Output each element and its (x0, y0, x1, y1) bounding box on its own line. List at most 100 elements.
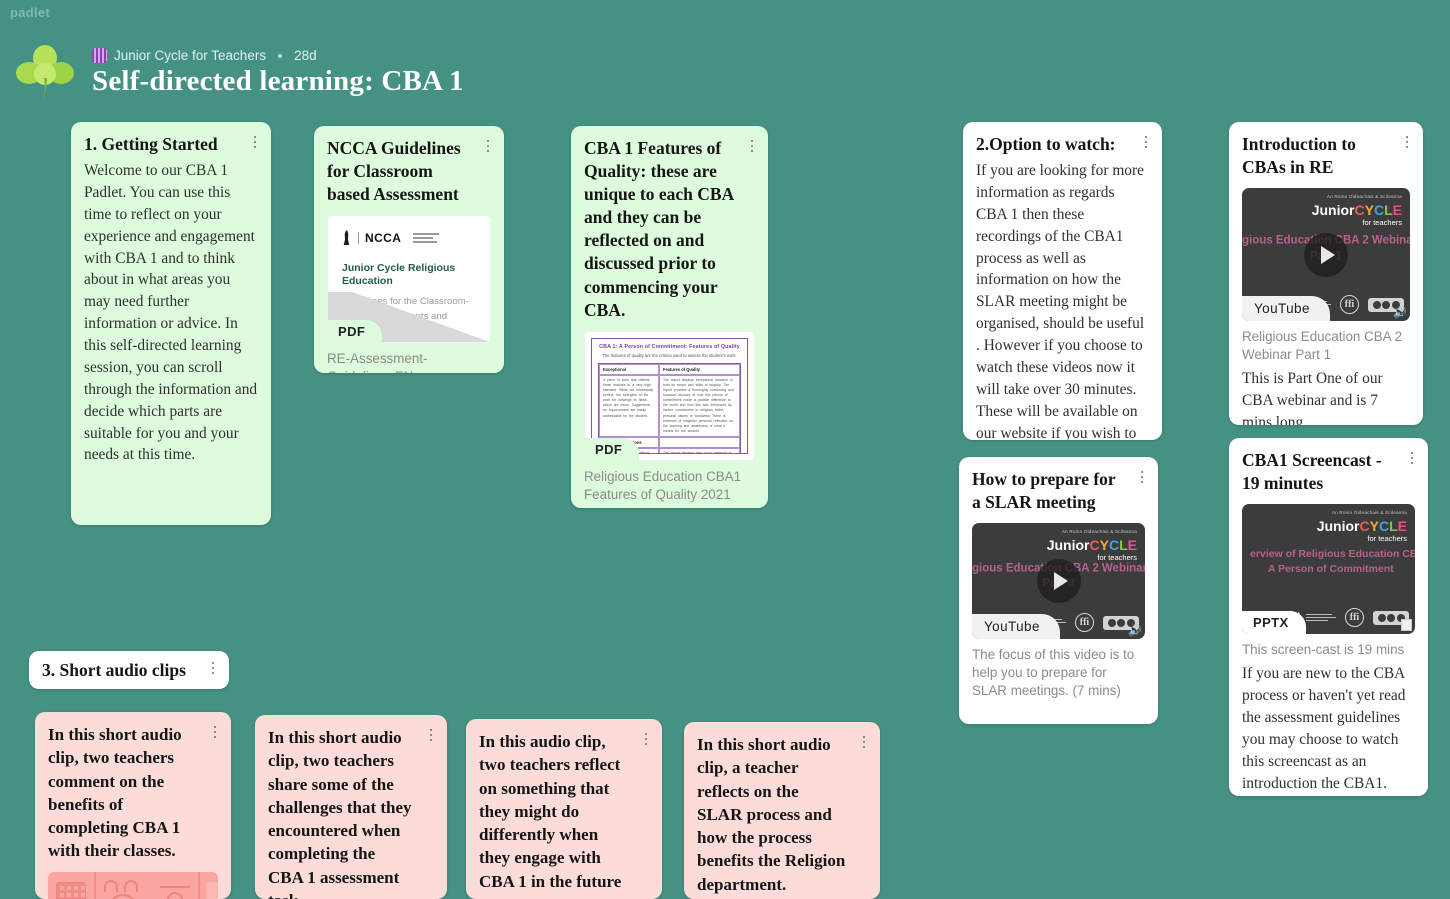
padlet-logo[interactable]: padlet (10, 5, 50, 20)
slide-overlay-title: erview of Religious Education CBA 1: A P… (1242, 547, 1415, 575)
post-menu-icon[interactable] (639, 729, 653, 749)
post-audio-clip-3[interactable]: In this audio clip, two teachers reflect… (466, 719, 662, 899)
post-body: If you are looking for more information … (976, 162, 1145, 440)
post-menu-icon[interactable] (1400, 132, 1414, 152)
slide-overlay-line: A Person of Commitment (1268, 562, 1394, 575)
post-title: CBA1 Screencast - 19 minutes (1242, 450, 1382, 494)
post-short-audio-clips[interactable]: 3. Short audio clips (29, 651, 229, 689)
audio-decorative-image (48, 871, 218, 899)
table-cell-label (659, 436, 740, 448)
attachment-filename: Religious Education CBA1 Features of Qua… (584, 468, 742, 502)
post-intro-cbas[interactable]: Introduction to CBAs in RE An Roinn Oide… (1229, 122, 1423, 425)
logo-wordmark: JuniorCYCLE (1046, 536, 1137, 553)
youtube-attachment-intro[interactable]: An Roinn Oideachais & Scileanna JuniorCY… (1242, 188, 1410, 322)
post-title: 1. Getting Started (84, 134, 218, 154)
post-getting-started[interactable]: 1. Getting Started Welcome to our CBA 1 … (71, 122, 271, 525)
post-title: NCCA Guidelines for Classroom based Asse… (327, 138, 461, 205)
post-menu-icon[interactable] (1135, 467, 1149, 487)
play-button-icon[interactable] (1036, 559, 1081, 604)
logo-subtext: for teachers (1367, 533, 1407, 543)
post-audio-clip-2[interactable]: In this short audio clip, two teachers s… (255, 715, 447, 899)
post-menu-icon[interactable] (1405, 448, 1419, 468)
source-badge: YouTube (972, 614, 1060, 640)
post-audio-clip-1[interactable]: In this short audio clip, two teachers c… (35, 712, 231, 899)
slide-overlay-line: erview of Religious Education CBA 1: (1250, 548, 1415, 561)
post-audio-clip-4[interactable]: In this short audio clip, a teacher refl… (684, 722, 880, 899)
padlet-board: padlet Junior Cycle for Teachers 28d Sel (0, 0, 1450, 899)
post-title: How to prepare for a SLAR meeting (972, 469, 1116, 513)
source-badge: YouTube (1242, 296, 1330, 322)
post-slar-meeting[interactable]: How to prepare for a SLAR meeting An Roi… (959, 457, 1158, 724)
shamrock-avatar[interactable] (14, 42, 76, 104)
logo-junior: Junior (1311, 201, 1355, 218)
junior-cycle-logo: An Roinn Oideachais & Scileanna JuniorCY… (1047, 530, 1137, 561)
ncca-logo: NCCA (342, 230, 476, 246)
junior-cycle-logo: An Roinn Oideachais & Scileanna JuniorCY… (1317, 511, 1407, 542)
jct-seal-icon: ffi (1345, 608, 1364, 628)
post-title: CBA 1 Features of Quality: these are uni… (584, 138, 734, 320)
post-screencast[interactable]: CBA1 Screencast - 19 minutes An Roinn Oi… (1229, 438, 1428, 796)
pptx-attachment-screencast[interactable]: An Roinn Oideachais & Scileanna JuniorCY… (1242, 504, 1415, 635)
post-ncca-guidelines[interactable]: NCCA Guidelines for Classroom based Asse… (314, 126, 504, 373)
pdf-attachment-ncca[interactable]: NCCA Junior Cycle Religious Education Gu… (327, 215, 491, 344)
jct-seal-icon: ffi (1075, 613, 1094, 633)
logo-tagline: An Roinn Oideachais & Scileanna (1061, 529, 1137, 535)
post-title: In this short audio clip, two teachers s… (268, 728, 412, 899)
post-menu-icon[interactable] (248, 132, 262, 152)
post-title: In this short audio clip, a teacher refl… (697, 735, 846, 894)
post-body: This is Part One of our CBA webinar and … (1242, 370, 1383, 425)
page-title: Self-directed learning: CBA 1 (92, 65, 464, 97)
post-title: In this audio clip, two teachers reflect… (479, 732, 622, 891)
logo-wordmark: JuniorCYCLE (1316, 517, 1407, 534)
post-menu-icon[interactable] (206, 658, 220, 678)
table-cell: A piece of work that reflects these feat… (599, 374, 659, 437)
junior-cycle-logo: An Roinn Oideachais & Scileanna JuniorCY… (1312, 195, 1402, 226)
logo-junior: Junior (1046, 536, 1090, 553)
byline: Junior Cycle for Teachers 28d (92, 48, 464, 63)
pdf-preview-heading: Junior Cycle Religious Education (342, 262, 456, 288)
padlet-brand-icon (92, 48, 107, 63)
post-menu-icon[interactable] (857, 732, 871, 752)
post-features-of-quality[interactable]: CBA 1 Features of Quality: these are uni… (571, 126, 768, 508)
post-menu-icon[interactable] (424, 725, 438, 745)
board-header: Junior Cycle for Teachers 28d Self-direc… (14, 42, 464, 104)
logo-tagline: An Roinn Oideachais & Scileanna (1331, 510, 1407, 516)
speaker-icon: 🔊 (1393, 307, 1407, 320)
byline-separator-dot (278, 53, 283, 58)
harp-icon (343, 230, 350, 246)
file-type-badge: PPTX (1242, 611, 1306, 635)
attachment-caption: Religious Education CBA 2 Webinar Part 1 (1242, 329, 1403, 363)
logo-wordmark: JuniorCYCLE (1311, 201, 1402, 218)
attachment-filename: RE-Assessment-Guidelines-EN (327, 351, 428, 373)
post-body: Welcome to our CBA 1 Padlet. You can use… (84, 162, 258, 464)
post-menu-icon[interactable] (208, 722, 222, 742)
play-button-icon[interactable] (1304, 232, 1348, 277)
timestamp: 28d (294, 48, 317, 63)
post-title: 3. Short audio clips (42, 660, 186, 680)
author-name[interactable]: Junior Cycle for Teachers (114, 48, 266, 63)
ncca-bars-icon (413, 232, 440, 243)
jct-seal-icon: ffi (1340, 295, 1359, 315)
logo-junior: Junior (1316, 517, 1360, 534)
post-title: 2.Option to watch: (976, 134, 1116, 154)
logo-tagline: An Roinn Oideachais & Scileanna (1326, 194, 1402, 200)
logo-subtext: for teachers (1362, 217, 1402, 227)
pdf-preview-subheading: The features of quality are the criteria… (602, 352, 737, 358)
attachment-caption: The focus of this video is to help you t… (972, 647, 1135, 699)
post-option-to-watch[interactable]: 2.Option to watch: If you are looking fo… (963, 122, 1162, 440)
ncca-wordmark: NCCA (358, 231, 401, 244)
table-cell-label: Features of Quality (659, 363, 740, 375)
post-menu-icon[interactable] (1139, 132, 1153, 152)
table-cell: The report displays very good research i… (659, 447, 740, 453)
pdf-attachment-foq[interactable]: CBA 1: A Person of Commitment: Features … (584, 330, 755, 461)
youtube-attachment-slar[interactable]: An Roinn Oideachais & Scileanna JuniorCY… (972, 523, 1145, 640)
post-title: In this short audio clip, two teachers c… (48, 725, 182, 861)
attachment-caption: This screen-cast is 19 mins (1242, 642, 1405, 658)
file-type-badge: PDF (584, 437, 640, 461)
page-corner-icon (1401, 619, 1412, 632)
post-body: If you are new to the CBA process or hav… (1242, 665, 1406, 792)
table-cell-label: Exceptional (599, 363, 659, 375)
post-menu-icon[interactable] (481, 136, 495, 156)
post-menu-icon[interactable] (745, 136, 759, 156)
speaker-icon: 🔊 (1128, 625, 1142, 638)
